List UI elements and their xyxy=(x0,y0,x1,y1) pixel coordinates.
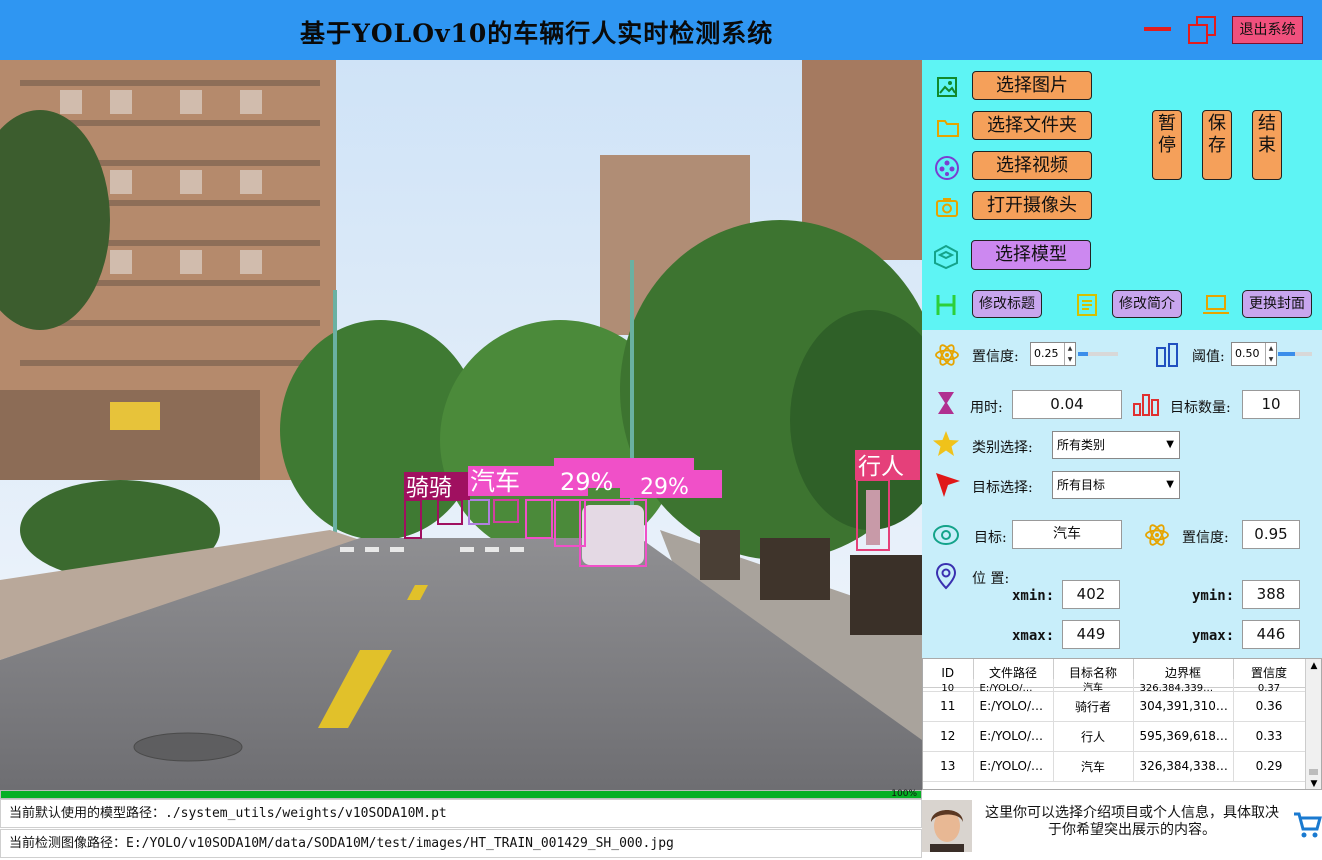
heading-icon xyxy=(936,295,956,315)
count-label: 目标数量: xyxy=(1170,400,1231,416)
class-select-dropdown[interactable]: 所有类别 ▼ xyxy=(1052,431,1180,459)
select-image-button[interactable]: 选择图片 xyxy=(972,71,1092,100)
eye-icon xyxy=(933,525,959,545)
title-bar: 基于YOLOv10的车辆行人实时检测系统 退出系统 xyxy=(0,0,1322,60)
exit-button[interactable]: 退出系统 xyxy=(1232,16,1303,44)
document-icon xyxy=(1077,294,1097,316)
detection-label-confidence-2: 29% xyxy=(640,475,689,500)
minimize-icon[interactable] xyxy=(1144,27,1171,31)
table-row[interactable]: 10 E:/YOLO/… 汽车 326,384,339… 0.37 xyxy=(923,679,1306,692)
detection-image-view: 骑骑 汽车 29% 29% 行人 xyxy=(0,60,922,790)
model-icon xyxy=(934,244,958,270)
end-button[interactable]: 结束 xyxy=(1252,110,1282,180)
xmin-label: xmin: xyxy=(1012,588,1055,604)
hourglass-icon xyxy=(938,392,954,414)
pause-button[interactable]: 暂停 xyxy=(1152,110,1182,180)
atom-icon xyxy=(1145,524,1169,546)
position-label: 位 置: xyxy=(972,571,1010,587)
count-field: 10 xyxy=(1242,390,1300,419)
confidence-label: 置信度: xyxy=(972,349,1019,365)
atom-icon xyxy=(935,344,959,366)
scroll-up-icon[interactable]: ▲ xyxy=(1306,659,1321,673)
table-row[interactable]: 11 E:/YOLO/… 骑行者 304,391,310… 0.36 xyxy=(923,691,1306,722)
table-row[interactable]: 13 E:/YOLO/… 汽车 326,384,338… 0.29 xyxy=(923,751,1306,782)
change-cover-button[interactable]: 更换封面 xyxy=(1242,290,1312,318)
camera-icon xyxy=(936,198,958,217)
table-body: 10 E:/YOLO/… 汽车 326,384,339… 0.37 11 E:/… xyxy=(923,679,1306,789)
detection-label-car: 汽车 xyxy=(470,467,520,496)
control-panel: 选择图片 选择文件夹 选择视频 打开摄像头 选择模型 暂停 保存 结束 修改标题… xyxy=(922,60,1322,330)
cursor-arrow-icon xyxy=(936,473,960,497)
maximize-icon[interactable] xyxy=(1188,16,1218,46)
chevron-down-icon: ▼ xyxy=(1166,439,1174,450)
target-label: 目标: xyxy=(974,530,1007,546)
location-pin-icon xyxy=(935,562,957,590)
table-scrollbar[interactable]: ▲ ▼ xyxy=(1305,659,1321,789)
model-path-text: 当前默认使用的模型路径：./system_utils/weights/v10SO… xyxy=(0,799,922,828)
iou-label: 阈值: xyxy=(1192,349,1225,365)
edit-title-button[interactable]: 修改标题 xyxy=(972,290,1042,318)
avatar[interactable] xyxy=(922,800,972,852)
confidence-slider[interactable] xyxy=(1078,352,1118,356)
time-field: 0.04 xyxy=(1012,390,1122,419)
app-window: 基于YOLOv10的车辆行人实时检测系统 退出系统 骑骑 汽车 29% 29% … xyxy=(0,0,1322,860)
intro-text: 这里你可以选择介绍项目或个人信息，具体取决于你希望突出展示的内容。 xyxy=(985,805,1279,838)
ymax-label: ymax: xyxy=(1192,628,1235,644)
progress-bar: 100% xyxy=(0,789,922,799)
open-camera-button[interactable]: 打开摄像头 xyxy=(972,191,1092,220)
progress-fill xyxy=(1,791,921,798)
xmax-field: 449 xyxy=(1062,620,1120,649)
detection-label-rider: 骑骑 xyxy=(406,475,452,501)
select-model-button[interactable]: 选择模型 xyxy=(971,240,1091,270)
ymin-label: ymin: xyxy=(1192,588,1235,604)
detection-label-pedestrian: 行人 xyxy=(858,454,904,480)
video-icon xyxy=(935,156,959,180)
laptop-icon xyxy=(1203,295,1229,314)
select-video-button[interactable]: 选择视频 xyxy=(972,151,1092,180)
ymin-field: 388 xyxy=(1242,580,1300,609)
street-scene-image: 骑骑 汽车 29% 29% 行人 xyxy=(0,60,922,790)
iou-spinbox[interactable]: 0.50 ▲ ▼ xyxy=(1231,342,1277,366)
target-select-dropdown[interactable]: 所有目标 ▼ xyxy=(1052,471,1180,499)
scrollbar-thumb[interactable] xyxy=(1309,769,1318,775)
edit-intro-button[interactable]: 修改简介 xyxy=(1112,290,1182,318)
results-table[interactable]: ID 文件路径 目标名称 边界框 置信度 10 E:/YOLO/… 汽车 326… xyxy=(922,658,1322,790)
class-select-label: 类别选择: xyxy=(972,440,1033,456)
target-select-label: 目标选择: xyxy=(972,480,1033,496)
select-folder-button[interactable]: 选择文件夹 xyxy=(972,111,1092,140)
ymax-field: 446 xyxy=(1242,620,1300,649)
chevron-down-icon: ▼ xyxy=(1166,479,1174,490)
xmin-field: 402 xyxy=(1062,580,1120,609)
target-field: 汽车 xyxy=(1012,520,1122,549)
app-title: 基于YOLOv10的车辆行人实时检测系统 xyxy=(300,19,774,48)
folder-icon xyxy=(937,120,959,137)
xmax-label: xmax: xyxy=(1012,628,1055,644)
image-icon xyxy=(937,77,957,97)
progress-text: 100% xyxy=(891,789,917,799)
result-confidence-label: 置信度: xyxy=(1182,530,1229,546)
bar-chart-icon xyxy=(1133,394,1159,416)
threshold-icon xyxy=(1156,343,1178,367)
scroll-down-icon[interactable]: ▼ xyxy=(1306,777,1321,789)
star-icon xyxy=(933,431,959,456)
confidence-spinbox[interactable]: 0.25 ▲ ▼ xyxy=(1030,342,1076,366)
iou-slider[interactable] xyxy=(1278,352,1312,356)
parameter-panel: 置信度: 0.25 ▲ ▼ 阈值: 0.50 ▲ ▼ 用时: 0.04 目标数量: 10… xyxy=(922,330,1322,658)
image-path-text: 当前检测图像路径：E:/YOLO/v10SODA10M/data/SODA10M… xyxy=(0,829,922,858)
detection-label-confidence: 29% xyxy=(560,468,613,496)
intro-panel: 这里你可以选择介绍项目或个人信息，具体取决于你希望突出展示的内容。 xyxy=(922,798,1322,860)
result-confidence-field: 0.95 xyxy=(1242,520,1300,549)
cart-icon[interactable] xyxy=(1292,810,1322,840)
save-button[interactable]: 保存 xyxy=(1202,110,1232,180)
table-row[interactable]: 12 E:/YOLO/… 行人 595,369,618… 0.33 xyxy=(923,721,1306,752)
time-label: 用时: xyxy=(970,400,1003,416)
